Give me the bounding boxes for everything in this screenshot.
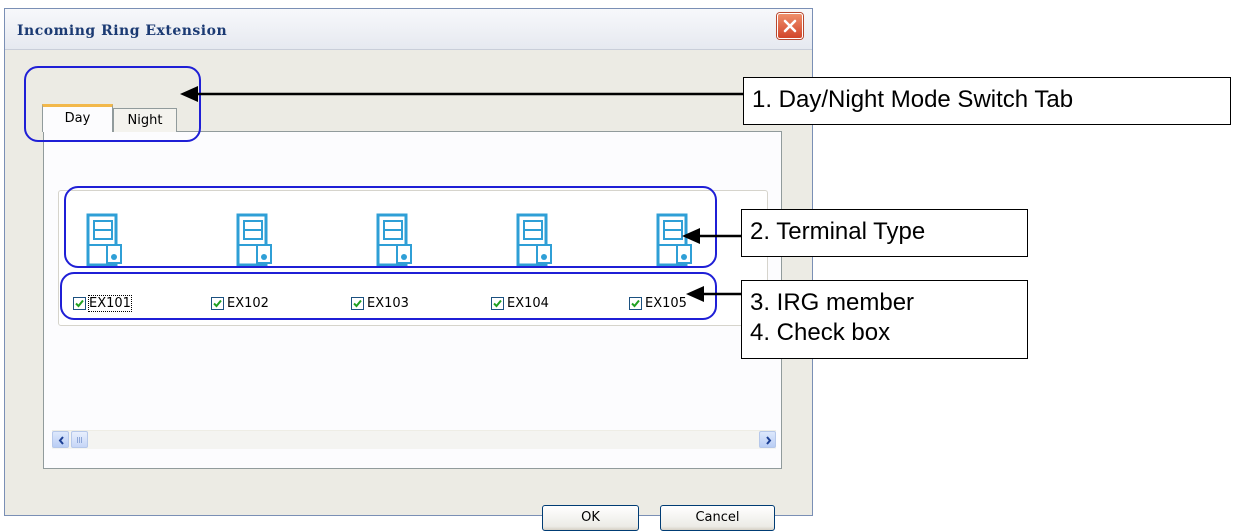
arrow-head [180,86,198,102]
callout-arrows [180,86,743,302]
arrow-head [682,228,700,244]
arrow-head [686,286,704,302]
